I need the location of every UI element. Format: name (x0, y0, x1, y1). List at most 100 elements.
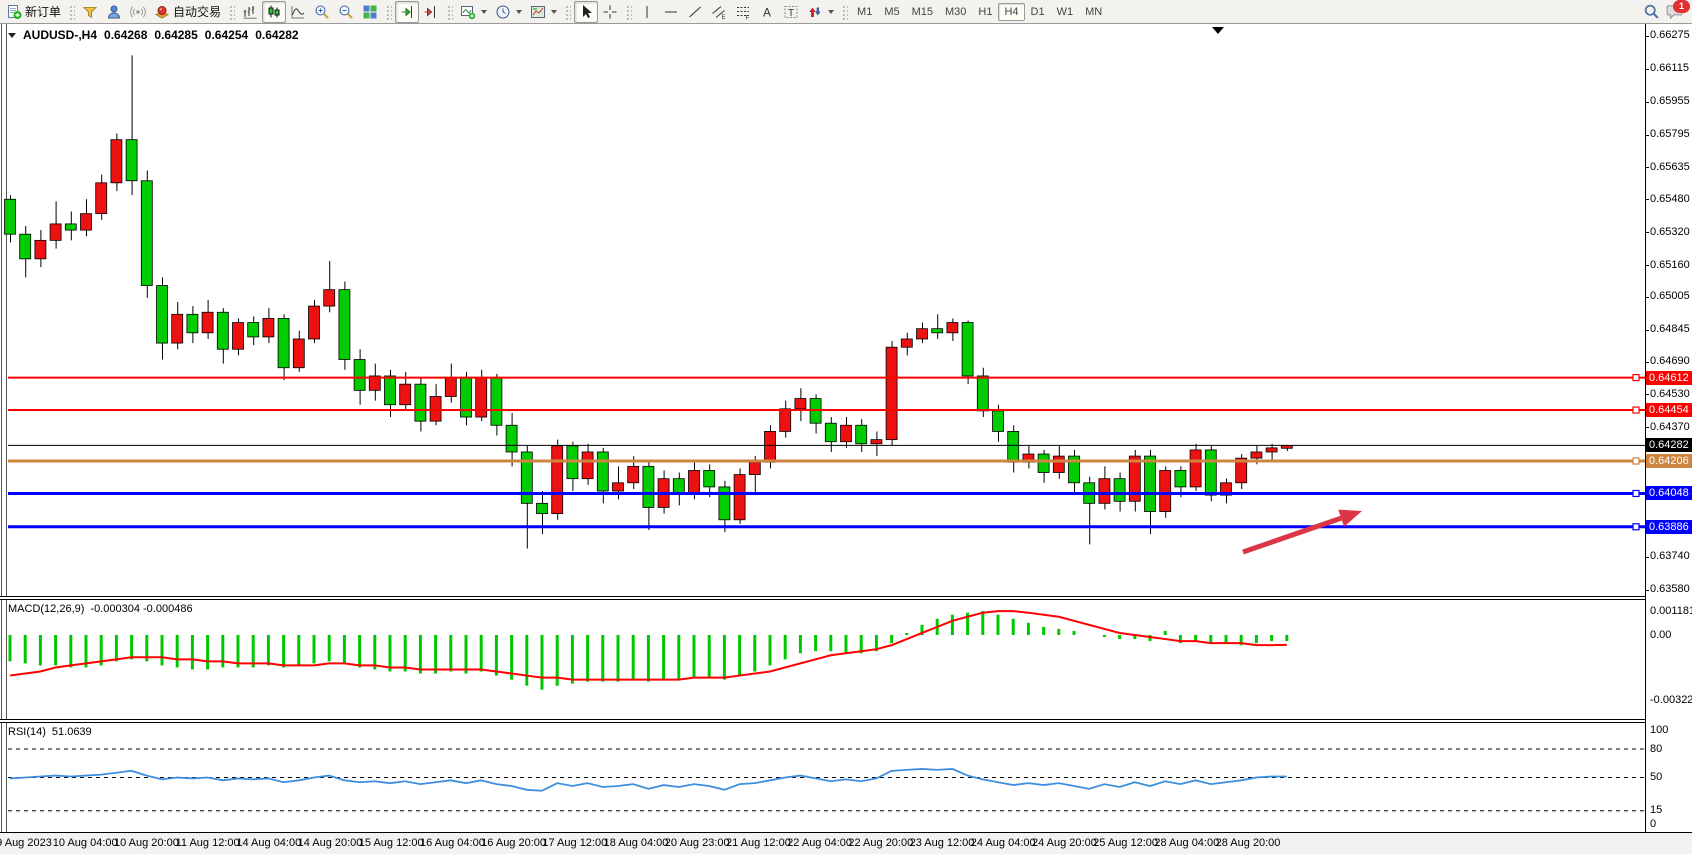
bar-chart-icon (242, 4, 258, 20)
templates-button[interactable] (526, 1, 561, 23)
price-tick-mark (1645, 36, 1649, 37)
tile-windows-button[interactable] (358, 1, 382, 23)
timeframe-M1[interactable]: M1 (851, 3, 878, 21)
price-tick: 0.65005 (1650, 290, 1690, 302)
price-tick-mark (1645, 330, 1649, 331)
ohlc-low: 0.64254 (205, 28, 248, 42)
ohlc-high: 0.64285 (154, 28, 197, 42)
macd-indicator (10, 611, 1287, 690)
svg-text:T: T (788, 8, 794, 19)
chart-shift-icon (423, 4, 439, 20)
timeframe-H4[interactable]: H4 (998, 3, 1024, 21)
line-chart-button[interactable] (286, 1, 310, 23)
cursor-button[interactable] (574, 1, 598, 23)
time-label: 25 Aug 12:00 (1093, 837, 1158, 849)
auto-scroll-button[interactable] (395, 1, 419, 23)
timeframe-W1[interactable]: W1 (1051, 3, 1080, 21)
notifications-button[interactable]: 1 (1666, 4, 1684, 20)
fibonacci-tool-button[interactable]: F (731, 1, 755, 23)
text-label-tool-button[interactable]: T (779, 1, 803, 23)
timeframe-M30[interactable]: M30 (939, 3, 972, 21)
price-tick-mark (1645, 427, 1649, 428)
svg-text:A: A (763, 5, 771, 19)
new-order-button[interactable]: 新订单 (2, 1, 65, 23)
time-label: 14 Aug 20:00 (298, 837, 363, 849)
chart-shift-marker[interactable] (1212, 27, 1224, 34)
tile-windows-icon (362, 4, 378, 20)
zoom-out-button[interactable] (334, 1, 358, 23)
chevron-down-icon (516, 10, 522, 14)
signals-button[interactable] (126, 1, 150, 23)
timeframe-MN[interactable]: MN (1079, 3, 1108, 21)
price-tick-mark (1645, 557, 1649, 558)
pane-separator[interactable] (0, 596, 1645, 600)
price-axis[interactable]: 0.662750.661150.659550.657950.656350.654… (1646, 24, 1692, 832)
zoom-out-icon (338, 4, 354, 20)
ohlc-close: 0.64282 (255, 28, 298, 42)
chart-ohlc-header: AUDUSD-,H4 0.64268 0.64285 0.64254 0.642… (8, 28, 299, 42)
time-label: 9 Aug 2023 (0, 837, 52, 849)
channel-tool-button[interactable]: E (707, 1, 731, 23)
chart-template-icon (530, 4, 546, 20)
time-axis[interactable]: 9 Aug 202310 Aug 04:0010 Aug 20:0011 Aug… (0, 832, 1692, 854)
price-tick-mark (1645, 135, 1649, 136)
vertical-line-tool-button[interactable] (635, 1, 659, 23)
chevron-down-icon (481, 10, 487, 14)
macd-label: MACD(12,26,9) (8, 603, 84, 615)
candlestick-chart-icon (266, 4, 282, 20)
zoom-in-button[interactable] (310, 1, 334, 23)
horizontal-lines[interactable] (8, 375, 1645, 530)
profile-button[interactable] (102, 1, 126, 23)
time-label: 20 Aug 23:00 (665, 837, 730, 849)
search-icon[interactable] (1643, 3, 1660, 20)
toolbar-grip (385, 4, 392, 20)
price-tick: 0.65795 (1650, 128, 1690, 140)
line-chart-icon (290, 4, 306, 20)
ohlc-open: 0.64268 (104, 28, 147, 42)
crosshair-button[interactable] (598, 1, 622, 23)
fibonacci-icon: F (735, 4, 751, 20)
price-tick: 0.65480 (1650, 193, 1690, 205)
chevron-down-icon (551, 10, 557, 14)
trend-arrow[interactable] (1243, 510, 1362, 552)
timeframe-M15[interactable]: M15 (906, 3, 939, 21)
auto-trading-button[interactable]: 自动交易 (150, 1, 225, 23)
trendline-tool-button[interactable] (683, 1, 707, 23)
chart-window[interactable]: AUDUSD-,H4 0.64268 0.64285 0.64254 0.642… (0, 24, 1692, 854)
timeframe-M5[interactable]: M5 (878, 3, 905, 21)
horizontal-line-tool-button[interactable] (659, 1, 683, 23)
timeframe-H1[interactable]: H1 (972, 3, 998, 21)
candlestick-chart-button[interactable] (262, 1, 286, 23)
price-label-0.63886: 0.63886 (1646, 520, 1692, 534)
text-tool-button[interactable]: A (755, 1, 779, 23)
timeframe-D1[interactable]: D1 (1025, 3, 1051, 21)
time-label: 16 Aug 20:00 (481, 837, 546, 849)
price-tick: 0.63740 (1650, 550, 1690, 562)
auto-trading-label: 自动交易 (173, 3, 221, 20)
time-label: 18 Aug 04:00 (604, 837, 669, 849)
chart-shift-button[interactable] (419, 1, 443, 23)
periods-button[interactable] (491, 1, 526, 23)
text-label-icon: T (783, 4, 799, 20)
crosshair-icon (602, 4, 618, 20)
price-tick-mark (1645, 362, 1649, 363)
indicators-button[interactable] (456, 1, 491, 23)
price-tick: 0.64370 (1650, 421, 1690, 433)
window-frame-line (6, 24, 7, 832)
time-label: 16 Aug 04:00 (420, 837, 485, 849)
price-tick: 0.65160 (1650, 259, 1690, 271)
bar-chart-button[interactable] (238, 1, 262, 23)
collapse-triangle-icon[interactable] (8, 33, 16, 38)
toolbar-grip (841, 4, 848, 20)
svg-text:E: E (722, 15, 726, 20)
clock-icon (495, 4, 511, 20)
svg-text:F: F (746, 15, 750, 20)
pane-separator[interactable] (0, 719, 1645, 723)
rsi-indicator (8, 749, 1645, 811)
rsi-tick: 15 (1650, 804, 1662, 816)
chart-symbol-title: AUDUSD-,H4 (23, 28, 97, 42)
vertical-line-icon (639, 4, 655, 20)
funnel-button[interactable] (78, 1, 102, 23)
arrows-tool-button[interactable] (803, 1, 838, 23)
time-label: 10 Aug 04:00 (53, 837, 118, 849)
